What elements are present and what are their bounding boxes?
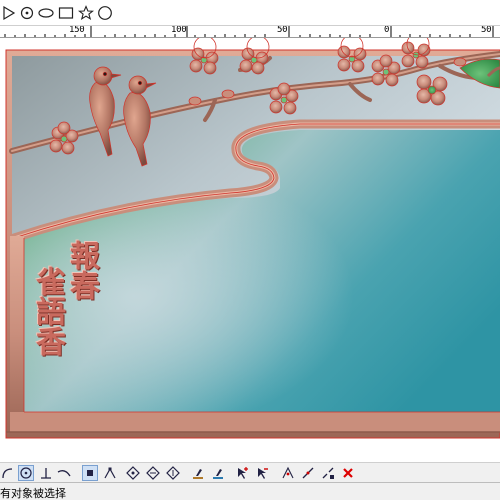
- perpendicular-icon[interactable]: [38, 465, 54, 481]
- circle-dot-icon[interactable]: [18, 4, 36, 22]
- stamp-tool-icon[interactable]: [190, 465, 206, 481]
- weld-icon[interactable]: [300, 465, 316, 481]
- status-bar: 有对象被选择: [0, 482, 500, 500]
- cursor-plus-icon[interactable]: [235, 465, 251, 481]
- ruler-label-150: 150: [69, 26, 85, 35]
- delete-icon[interactable]: [340, 465, 356, 481]
- drawing-toolbar: [0, 0, 500, 26]
- ruler-label-100: 100: [171, 26, 187, 35]
- blossom-2: [189, 38, 219, 75]
- drawing-canvas[interactable]: 報春 雀語香: [0, 38, 500, 462]
- inscription-column-1: 報春: [64, 240, 99, 300]
- cursor-minus-icon[interactable]: [255, 465, 271, 481]
- node-select-icon[interactable]: [82, 465, 98, 481]
- diamond-nodes-3-icon[interactable]: [165, 465, 181, 481]
- tangent-curve-icon[interactable]: [56, 465, 72, 481]
- snap-grid-icon[interactable]: [280, 465, 296, 481]
- stamp-tool-2-icon[interactable]: [210, 465, 226, 481]
- star-icon[interactable]: [77, 4, 95, 22]
- status-text: 有对象被选择: [0, 487, 66, 500]
- rectangle-icon[interactable]: [57, 4, 75, 22]
- ruler-label-50-right: 50: [481, 26, 492, 35]
- play-triangle-icon[interactable]: [0, 4, 18, 22]
- diamond-nodes-icon[interactable]: [125, 465, 141, 481]
- break-node-icon[interactable]: [320, 465, 336, 481]
- cad-application-window: 150 100 50 0 50 報春 雀語香 有对象被选择: [0, 0, 500, 500]
- horizontal-ruler[interactable]: 150 100 50 0 50: [0, 26, 500, 38]
- circle-icon[interactable]: [96, 4, 114, 22]
- inscription-column-2: 雀語香: [30, 266, 65, 356]
- ruler-label-50: 50: [277, 26, 288, 35]
- ruler-label-0: 0: [384, 26, 390, 35]
- corner-node-icon[interactable]: [102, 465, 118, 481]
- circle-center-icon[interactable]: [18, 465, 34, 481]
- ellipse-icon[interactable]: [37, 4, 55, 22]
- blossom-7: [401, 38, 431, 69]
- diamond-nodes-2-icon[interactable]: [145, 465, 161, 481]
- node-edit-toolbar: [0, 462, 500, 482]
- arc-tool-icon[interactable]: [0, 465, 16, 481]
